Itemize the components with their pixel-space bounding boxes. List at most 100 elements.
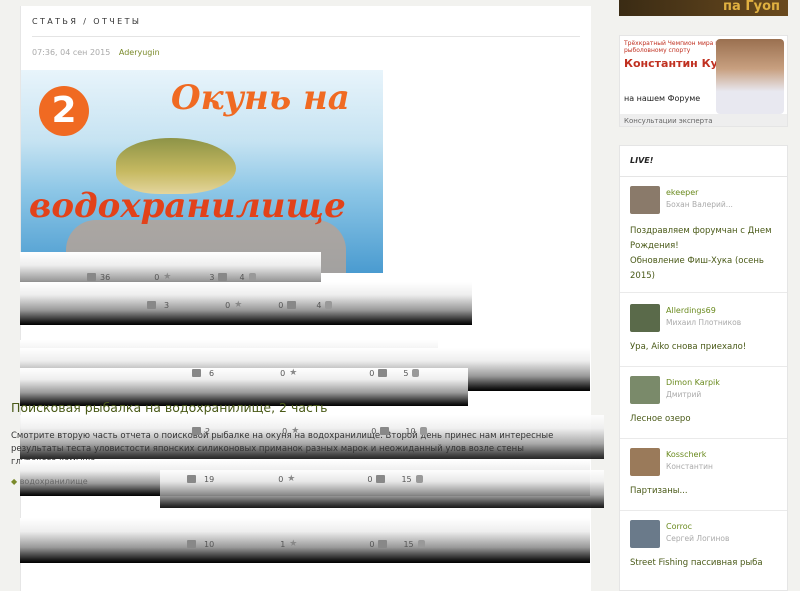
- ad-expert-forum: на нашем Форуме: [624, 94, 701, 103]
- star-icon: ★: [289, 539, 298, 549]
- divider: [620, 292, 787, 293]
- live-realname: Константин: [666, 462, 713, 471]
- like-count: 10: [405, 426, 416, 436]
- comment-icon: [87, 273, 96, 281]
- live-message-link[interactable]: Обновление Фиш-Хука (осень 2015): [630, 254, 780, 284]
- post-author-link[interactable]: Aderyugin: [119, 48, 160, 57]
- comment-count: 10: [204, 539, 215, 549]
- like-count: 0: [369, 368, 375, 378]
- divider: [620, 510, 787, 511]
- divider: [32, 36, 580, 37]
- thumbs-up-icon[interactable]: [419, 427, 427, 435]
- thumbs-up-icon[interactable]: [248, 273, 256, 281]
- tag-label: водохранилище: [19, 477, 88, 486]
- ad-expert-footer: Консультации эксперта: [620, 114, 787, 126]
- post-hero-image[interactable]: 2 Окунь на водохранилище: [21, 70, 383, 273]
- like-count: 3: [209, 272, 215, 282]
- star-icon: ★: [291, 426, 300, 436]
- live-username[interactable]: ekeeper: [666, 188, 698, 197]
- avatar[interactable]: [630, 448, 660, 476]
- star-count: 0: [278, 474, 284, 484]
- comment-icon: [378, 540, 388, 548]
- live-message-link[interactable]: Поздравляем форумчан с Днем Рождения!: [630, 224, 780, 254]
- live-message-link[interactable]: Лесное озеро: [630, 412, 780, 427]
- star-count: 1: [280, 539, 286, 549]
- thumbs-up-icon[interactable]: [415, 475, 423, 483]
- live-username[interactable]: Allerdings69: [666, 306, 716, 315]
- live-message-link[interactable]: Партизаны...: [630, 484, 780, 499]
- stats-row: 19 0 ★ 0 15: [183, 474, 423, 484]
- live-message-link[interactable]: Street Fishing пассивная рыба: [630, 556, 780, 571]
- hero-title-line2: водохранилище: [29, 186, 346, 226]
- divider: [620, 438, 787, 439]
- comment-count: 19: [204, 474, 215, 484]
- like-count: 0: [371, 426, 377, 436]
- live-title: LIVE!: [630, 156, 654, 165]
- live-username[interactable]: Dimon Karpik: [666, 378, 720, 387]
- avatar[interactable]: [630, 376, 660, 404]
- ad-expert-banner[interactable]: Трёхкратный Чемпион мира по рыболовному …: [619, 35, 788, 127]
- breadcrumb[interactable]: статья / отчеты: [32, 17, 141, 26]
- comment-icon: [192, 369, 201, 377]
- comment-icon: [378, 369, 388, 377]
- live-realname: Сергей Логинов: [666, 534, 730, 543]
- thumbs-up-icon[interactable]: [412, 369, 420, 377]
- like-count: 15: [401, 474, 412, 484]
- like-count: 5: [403, 368, 409, 378]
- comment-icon: [187, 475, 196, 483]
- comment-icon: [376, 475, 386, 483]
- star-icon: ★: [163, 272, 172, 282]
- star-count: 0: [282, 426, 288, 436]
- stats-row: 3 0 ★ 0 4: [143, 300, 333, 310]
- star-icon: ★: [289, 368, 298, 378]
- hero-title-line1: Окунь на: [171, 78, 350, 118]
- avatar[interactable]: [630, 186, 660, 214]
- tag-icon: ◆: [11, 477, 18, 486]
- post-tag[interactable]: ◆ водохранилище: [11, 477, 88, 486]
- divider: [620, 366, 787, 367]
- comment-icon: [192, 427, 201, 435]
- comment-count: 2: [205, 426, 211, 436]
- like-count: 0: [369, 539, 375, 549]
- stats-row: 2 0 ★ 0 10: [188, 426, 427, 436]
- star-count: 0: [154, 272, 160, 282]
- like-count: 4: [316, 300, 322, 310]
- star-icon: ★: [287, 474, 296, 484]
- comment-count: 36: [100, 272, 111, 282]
- star-count: 0: [280, 368, 286, 378]
- stats-row: 10 1 ★ 0 15: [183, 539, 425, 549]
- live-username[interactable]: Corroc: [666, 522, 692, 531]
- star-icon: ★: [234, 300, 243, 310]
- comment-count: 3: [164, 300, 170, 310]
- live-username[interactable]: Kosscherk: [666, 450, 706, 459]
- comment-icon: [287, 301, 297, 309]
- like-count: 4: [239, 272, 245, 282]
- comment-count: 6: [209, 368, 215, 378]
- like-count: 0: [278, 300, 284, 310]
- ad-banner-top[interactable]: па Гуоп: [619, 0, 788, 16]
- divider: [620, 176, 787, 177]
- stats-row: 36 0 ★ 3 4: [83, 272, 256, 282]
- live-realname: Бохан Валерий...: [666, 200, 733, 209]
- expert-photo: [716, 39, 784, 114]
- comment-icon: [187, 540, 196, 548]
- thumbs-up-icon[interactable]: [417, 540, 425, 548]
- post-datetime: 07:36, 04 сен 2015: [32, 48, 111, 57]
- stats-row: 6 0 ★ 0 5: [188, 368, 420, 378]
- live-feed-panel: LIVE! ekeeper Бохан Валерий... Поздравля…: [619, 145, 788, 591]
- comment-icon: [218, 273, 228, 281]
- like-count: 0: [367, 474, 373, 484]
- star-count: 0: [225, 300, 231, 310]
- live-realname: Михаил Плотников: [666, 318, 742, 327]
- avatar[interactable]: [630, 304, 660, 332]
- live-message-link[interactable]: Ура, Aiko снова приехало!: [630, 340, 780, 355]
- ad-expert-subtitle: Трёхкратный Чемпион мира по рыболовному …: [624, 40, 723, 54]
- like-count: 15: [403, 539, 414, 549]
- avatar[interactable]: [630, 520, 660, 548]
- comment-icon: [147, 301, 156, 309]
- comment-icon: [380, 427, 390, 435]
- live-realname: Дмитрий: [666, 390, 702, 399]
- hero-number: 2: [39, 86, 89, 136]
- post-title-link[interactable]: Поисковая рыбалка на водохранилище, 2 ча…: [11, 400, 328, 415]
- thumbs-up-icon[interactable]: [325, 301, 333, 309]
